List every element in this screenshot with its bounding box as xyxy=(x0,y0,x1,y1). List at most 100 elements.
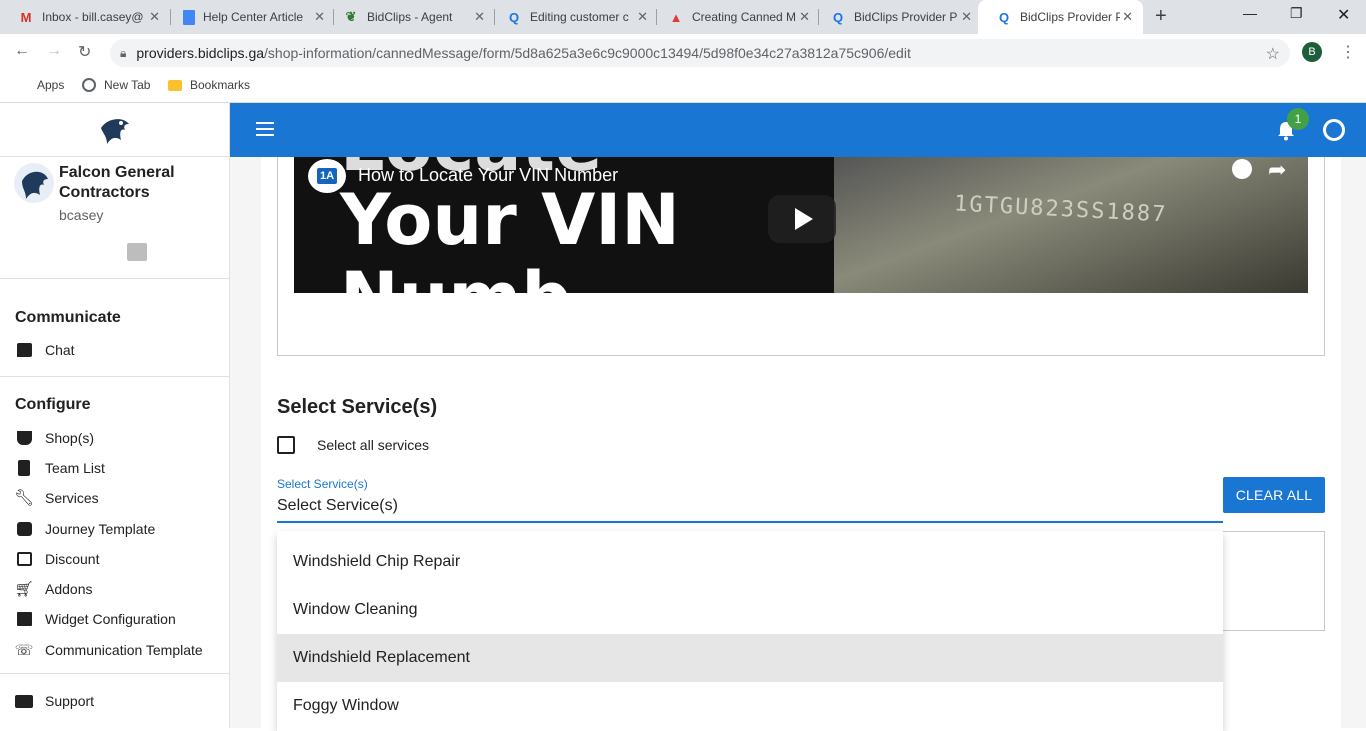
account-icon[interactable] xyxy=(1323,119,1345,141)
chat-icon xyxy=(15,341,33,359)
browser-tab-editing-customer[interactable]: Q Editing customer c ✕ xyxy=(488,0,658,34)
dropdown-option[interactable]: Window Cleaning xyxy=(277,586,1223,634)
docs-icon xyxy=(183,9,195,25)
close-icon[interactable]: ✕ xyxy=(314,9,325,25)
browser-tab-help-center[interactable]: Help Center Article ✕ xyxy=(165,0,335,34)
close-icon[interactable]: ✕ xyxy=(149,9,160,25)
globe-icon xyxy=(82,78,96,92)
browser-tab-gmail[interactable]: M Inbox - bill.casey@ ✕ xyxy=(0,0,170,34)
forward-icon[interactable]: → xyxy=(46,42,62,60)
falcon-logo-icon[interactable] xyxy=(97,114,133,146)
bookmark-new-tab[interactable]: New Tab xyxy=(82,78,150,92)
drive-icon: ▲ xyxy=(669,9,683,25)
browser-tab-bidclips-agent[interactable]: ❦ BidClips - Agent ✕ xyxy=(325,0,495,34)
share-icon[interactable]: ➦ xyxy=(1268,157,1286,183)
bookmark-apps[interactable]: Apps xyxy=(15,78,64,92)
bidclips-q-icon: Q xyxy=(998,9,1010,25)
close-icon[interactable]: ✕ xyxy=(637,9,648,25)
sidebar-divider xyxy=(0,376,230,377)
gmail-icon: M xyxy=(20,9,32,25)
sidebar-item-label: Addons xyxy=(45,581,93,597)
select-all-label: Select all services xyxy=(317,437,430,453)
service-dropdown: Windshield Chip Repair Window Cleaning W… xyxy=(277,531,1223,731)
reload-icon[interactable]: ↻ xyxy=(78,42,91,62)
new-tab-icon[interactable]: + xyxy=(1155,5,1167,28)
clipboard-icon xyxy=(15,459,33,477)
browser-tab-bidclips-provider-active[interactable]: Q BidClips Provider P ✕ xyxy=(978,0,1143,34)
sidebar-item-addons[interactable]: 🛒︎ Addons xyxy=(14,578,93,600)
url-field[interactable]: 🔒︎ providers.bidclips.ga/shop-informatio… xyxy=(110,39,1290,67)
profile-avatar[interactable]: B xyxy=(1302,42,1322,62)
support-card-icon xyxy=(15,692,33,710)
sidebar-item-shops[interactable]: Shop(s) xyxy=(15,427,94,449)
username: bcasey xyxy=(59,207,104,223)
sidebar-item-communication-template[interactable]: ☏ Communication Template xyxy=(15,639,203,661)
company-avatar xyxy=(14,163,54,203)
sidebar-item-discount[interactable]: Discount xyxy=(15,548,99,570)
sidebar-divider xyxy=(0,278,230,279)
channel-logo[interactable]: 1A xyxy=(308,159,346,193)
browser-tab-strip: M Inbox - bill.casey@ ✕ Help Center Arti… xyxy=(0,0,1366,34)
dropdown-option-highlighted[interactable]: Windshield Replacement xyxy=(277,634,1223,682)
url-path: /shop-information/cannedMessage/form/5d8… xyxy=(264,45,911,61)
watch-later-icon[interactable] xyxy=(1232,159,1252,179)
service-select-input[interactable]: Select Service(s) xyxy=(277,495,1223,523)
sidebar-item-services[interactable]: 🔧︎ Services xyxy=(13,487,99,509)
company-profile: Falcon General Contractors bcasey xyxy=(14,163,209,225)
embedded-video[interactable]: 1GTGU823SS1887 Locate Your VIN Numb 1A H… xyxy=(294,157,1308,293)
bookmark-folder[interactable]: Bookmarks xyxy=(168,78,250,92)
menu-icon[interactable] xyxy=(256,122,274,136)
browser-menu-icon[interactable]: ⋮ xyxy=(1340,42,1356,62)
form-card: 1GTGU823SS1887 Locate Your VIN Numb 1A H… xyxy=(261,157,1341,731)
sidebar-item-team-list[interactable]: Team List xyxy=(15,457,105,479)
wrench-icon: 🔧︎ xyxy=(13,490,35,507)
play-button[interactable] xyxy=(768,195,836,243)
bookmark-label: Apps xyxy=(37,78,65,92)
dropdown-option[interactable]: Windshield Chip Repair xyxy=(277,538,1223,586)
bookmarks-bar: Apps New Tab Bookmarks xyxy=(0,71,1366,103)
play-icon xyxy=(795,208,813,230)
minimize-icon[interactable]: — xyxy=(1243,5,1257,21)
clear-all-button[interactable]: CLEAR ALL xyxy=(1223,477,1325,513)
bidclips-q-icon: Q xyxy=(832,9,844,25)
window-close-icon[interactable]: ✕ xyxy=(1337,5,1350,25)
browser-tab-bidclips-provider-1[interactable]: Q BidClips Provider P ✕ xyxy=(812,0,982,34)
sidebar-item-label: Team List xyxy=(45,460,105,476)
tab-label: BidClips Provider P xyxy=(854,10,958,24)
close-icon[interactable]: ✕ xyxy=(474,9,485,25)
video-container: 1GTGU823SS1887 Locate Your VIN Numb 1A H… xyxy=(277,157,1325,356)
sidebar-item-chat[interactable]: Chat xyxy=(15,339,75,361)
message-icon[interactable] xyxy=(127,243,147,261)
video-overlay-text: Your VIN xyxy=(340,179,680,261)
folder-icon xyxy=(168,79,182,91)
browser-tab-creating-canned[interactable]: ▲ Creating Canned M ✕ xyxy=(650,0,820,34)
lock-icon: 🔒︎ xyxy=(120,45,127,60)
select-all-row[interactable]: Select all services xyxy=(277,436,429,454)
bookmark-star-icon[interactable]: ☆ xyxy=(1266,44,1280,64)
cart-plus-icon: 🛒︎ xyxy=(14,581,34,598)
sidebar-divider xyxy=(0,673,230,674)
bookmark-label: New Tab xyxy=(104,78,151,92)
back-icon[interactable]: ← xyxy=(14,42,30,60)
dropdown-option[interactable]: Foggy Window xyxy=(277,682,1223,730)
sidebar-item-journey-template[interactable]: Journey Template xyxy=(15,518,155,540)
sidebar-item-support[interactable]: Support xyxy=(15,690,94,712)
video-title[interactable]: How to Locate Your VIN Number xyxy=(358,165,618,186)
sidebar-item-label: Discount xyxy=(45,551,100,567)
camera-icon xyxy=(15,520,33,538)
sidebar-item-label: Widget Configuration xyxy=(45,611,176,627)
close-icon[interactable]: ✕ xyxy=(1122,9,1133,25)
sidebar-item-widget-configuration[interactable]: Widget Configuration xyxy=(15,608,176,630)
sidebar: Falcon General Contractors bcasey Commun… xyxy=(0,103,230,728)
sidebar-item-label: Services xyxy=(45,490,99,506)
section-title-communicate: Communicate xyxy=(15,309,121,326)
select-all-checkbox[interactable] xyxy=(277,436,295,454)
tab-label: Editing customer c xyxy=(530,10,629,24)
text-area-box[interactable] xyxy=(1223,531,1325,631)
restore-icon[interactable]: ❐ xyxy=(1290,5,1303,22)
close-icon[interactable]: ✕ xyxy=(799,9,810,25)
tab-label: BidClips - Agent xyxy=(367,10,453,24)
tab-label: Help Center Article xyxy=(203,10,304,24)
close-icon[interactable]: ✕ xyxy=(961,9,972,25)
sidebar-item-label: Chat xyxy=(45,342,75,358)
